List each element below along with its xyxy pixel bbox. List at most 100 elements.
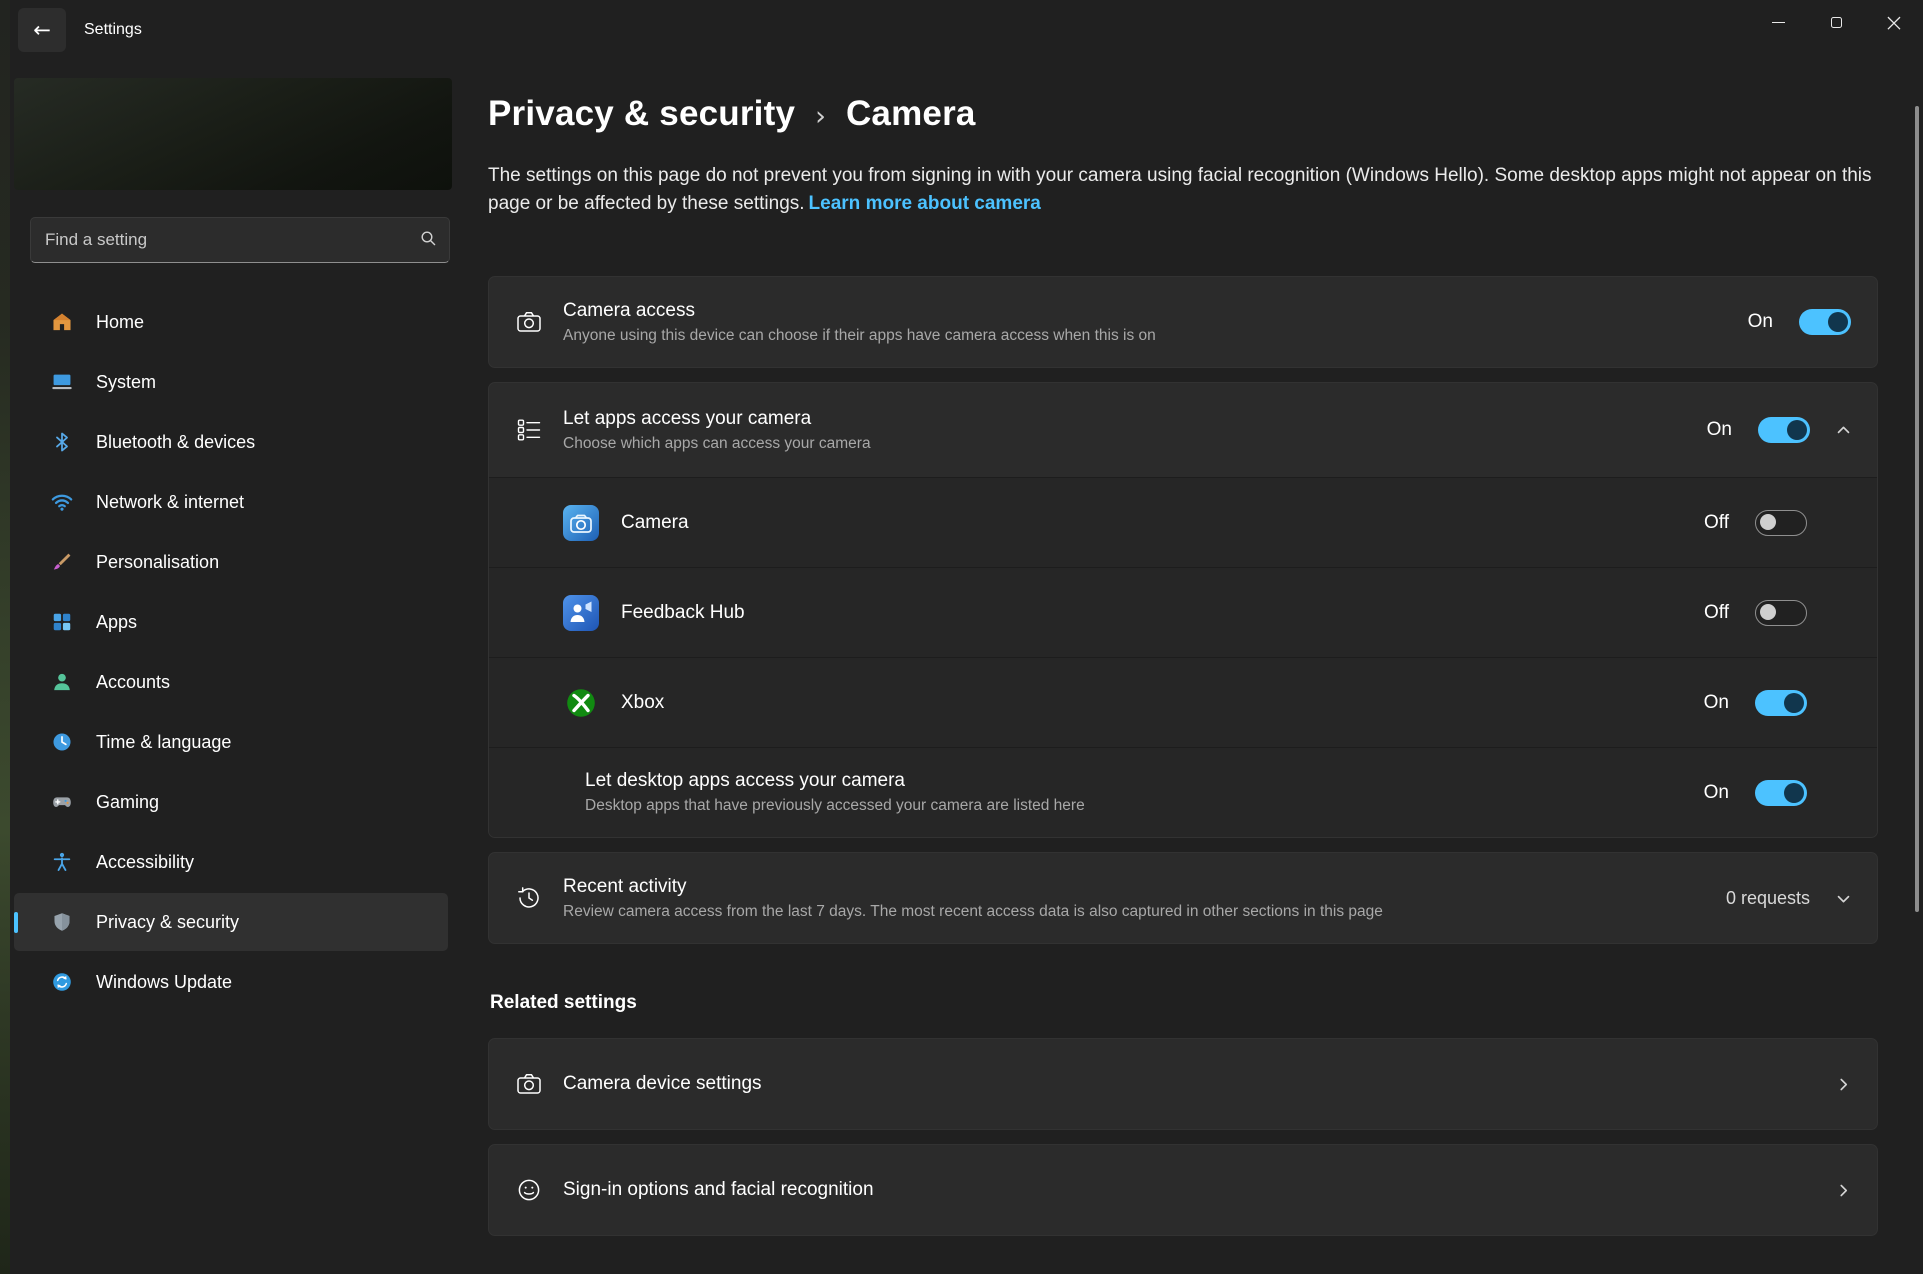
shield-icon: [50, 910, 74, 934]
face-smiley-icon: [515, 1176, 563, 1204]
paintbrush-icon: [50, 550, 74, 574]
row-subtitle: Choose which apps can access your camera: [563, 435, 1677, 453]
xbox-icon: [563, 685, 599, 721]
xbox-toggle[interactable]: [1755, 690, 1807, 716]
sidebar-item-personalisation[interactable]: Personalisation: [14, 533, 448, 591]
gamepad-icon: [50, 790, 74, 814]
sidebar-item-time-language[interactable]: Time & language: [14, 713, 448, 771]
camera-app-toggle[interactable]: [1755, 510, 1807, 536]
row-title: Recent activity: [563, 876, 1696, 898]
camera-outline-icon: [515, 308, 563, 336]
accessibility-person-icon: [50, 850, 74, 874]
sidebar-item-label: Home: [96, 312, 144, 333]
sidebar-item-accounts[interactable]: Accounts: [14, 653, 448, 711]
sidebar-item-privacy-security[interactable]: Privacy & security: [14, 893, 448, 951]
breadcrumb-parent[interactable]: Privacy & security: [488, 94, 795, 134]
sign-in-options-row[interactable]: Sign-in options and facial recognition: [488, 1144, 1878, 1236]
search-box[interactable]: [30, 217, 450, 263]
update-arrows-icon: [50, 970, 74, 994]
breadcrumb-separator-icon: ›: [815, 101, 826, 132]
wifi-icon: [50, 490, 74, 514]
toggle-state-label: On: [1704, 782, 1729, 804]
toggle-knob: [1760, 604, 1776, 620]
related-item-label: Camera device settings: [563, 1073, 1836, 1095]
desktop-apps-toggle[interactable]: [1755, 780, 1807, 806]
vertical-scrollbar[interactable]: [1915, 106, 1919, 912]
camera-access-toggle[interactable]: [1799, 309, 1851, 335]
sidebar-item-home[interactable]: Home: [14, 293, 448, 351]
app-name: Camera: [621, 512, 1704, 534]
sidebar-item-label: Network & internet: [96, 492, 244, 513]
sidebar-item-label: Windows Update: [96, 972, 232, 993]
app-title: Settings: [84, 21, 142, 39]
sidebar-item-windows-update[interactable]: Windows Update: [14, 953, 448, 1011]
window-controls: ×: [1749, 0, 1923, 44]
row-title: Camera access: [563, 300, 1718, 322]
let-apps-toggle[interactable]: [1758, 417, 1810, 443]
page-description-text: The settings on this page do not prevent…: [488, 165, 1872, 214]
system-icon: [50, 370, 74, 394]
back-arrow-icon: ←: [33, 18, 51, 42]
close-button[interactable]: ×: [1865, 0, 1923, 44]
let-apps-expander-header[interactable]: Let apps access your camera Choose which…: [489, 383, 1877, 477]
camera-access-row: Camera access Anyone using this device c…: [488, 276, 1878, 368]
apps-grid-icon: [50, 610, 74, 634]
chevron-right-icon: [1836, 1183, 1851, 1198]
clock-icon: [50, 730, 74, 754]
chevron-up-icon[interactable]: [1836, 423, 1851, 438]
app-row-feedback-hub: Feedback Hub Off: [489, 567, 1877, 657]
camera-app-icon: [563, 505, 599, 541]
sidebar: Home System Bluetooth & devices: [10, 60, 460, 1274]
related-item-label: Sign-in options and facial recognition: [563, 1179, 1836, 1201]
related-settings-heading: Related settings: [490, 992, 1878, 1014]
sidebar-item-label: Privacy & security: [96, 912, 239, 933]
selected-indicator: [14, 912, 18, 933]
search-input[interactable]: [45, 230, 419, 250]
toggle-state-label: On: [1748, 311, 1773, 333]
minimize-button[interactable]: [1749, 0, 1807, 44]
row-subtitle: Desktop apps that have previously access…: [585, 797, 1674, 815]
chevron-down-icon[interactable]: [1836, 891, 1851, 906]
sidebar-item-bluetooth[interactable]: Bluetooth & devices: [14, 413, 448, 471]
breadcrumb: Privacy & security › Camera: [488, 94, 1878, 134]
sidebar-item-label: Apps: [96, 612, 137, 633]
app-row-camera: Camera Off: [489, 477, 1877, 567]
search-icon[interactable]: [419, 229, 437, 252]
learn-more-link[interactable]: Learn more about camera: [809, 193, 1041, 214]
camera-device-settings-row[interactable]: Camera device settings: [488, 1038, 1878, 1130]
settings-window: ← Settings × Home: [10, 0, 1923, 1274]
settings-cards: Camera access Anyone using this device c…: [488, 276, 1878, 944]
sidebar-item-label: Personalisation: [96, 552, 219, 573]
toggle-knob: [1787, 420, 1807, 440]
apps-list-icon: [515, 416, 563, 444]
toggle-state-label: Off: [1704, 602, 1729, 624]
person-icon: [50, 670, 74, 694]
camera-outline-icon: [515, 1070, 563, 1098]
sidebar-nav: Home System Bluetooth & devices: [14, 293, 448, 1011]
sidebar-item-label: Bluetooth & devices: [96, 432, 255, 453]
feedback-hub-toggle[interactable]: [1755, 600, 1807, 626]
sidebar-item-label: Accessibility: [96, 852, 194, 873]
feedback-hub-icon: [563, 595, 599, 631]
row-title: Let apps access your camera: [563, 408, 1677, 430]
bluetooth-icon: [50, 430, 74, 454]
maximize-button[interactable]: [1807, 0, 1865, 44]
history-icon: [515, 884, 563, 912]
sidebar-item-network[interactable]: Network & internet: [14, 473, 448, 531]
toggle-knob: [1760, 514, 1776, 530]
toggle-knob: [1784, 693, 1804, 713]
back-button[interactable]: ←: [18, 8, 66, 52]
sidebar-item-apps[interactable]: Apps: [14, 593, 448, 651]
toggle-knob: [1784, 783, 1804, 803]
app-name: Feedback Hub: [621, 602, 1704, 624]
toggle-state-label: On: [1704, 692, 1729, 714]
row-subtitle: Review camera access from the last 7 day…: [563, 903, 1696, 921]
app-name: Xbox: [621, 692, 1704, 714]
main-content: Privacy & security › Camera The settings…: [460, 60, 1923, 1274]
recent-activity-row[interactable]: Recent activity Review camera access fro…: [488, 852, 1878, 944]
page-description: The settings on this page do not prevent…: [488, 162, 1878, 218]
sidebar-item-system[interactable]: System: [14, 353, 448, 411]
maximize-icon: [1831, 17, 1842, 28]
sidebar-item-gaming[interactable]: Gaming: [14, 773, 448, 831]
sidebar-item-accessibility[interactable]: Accessibility: [14, 833, 448, 891]
